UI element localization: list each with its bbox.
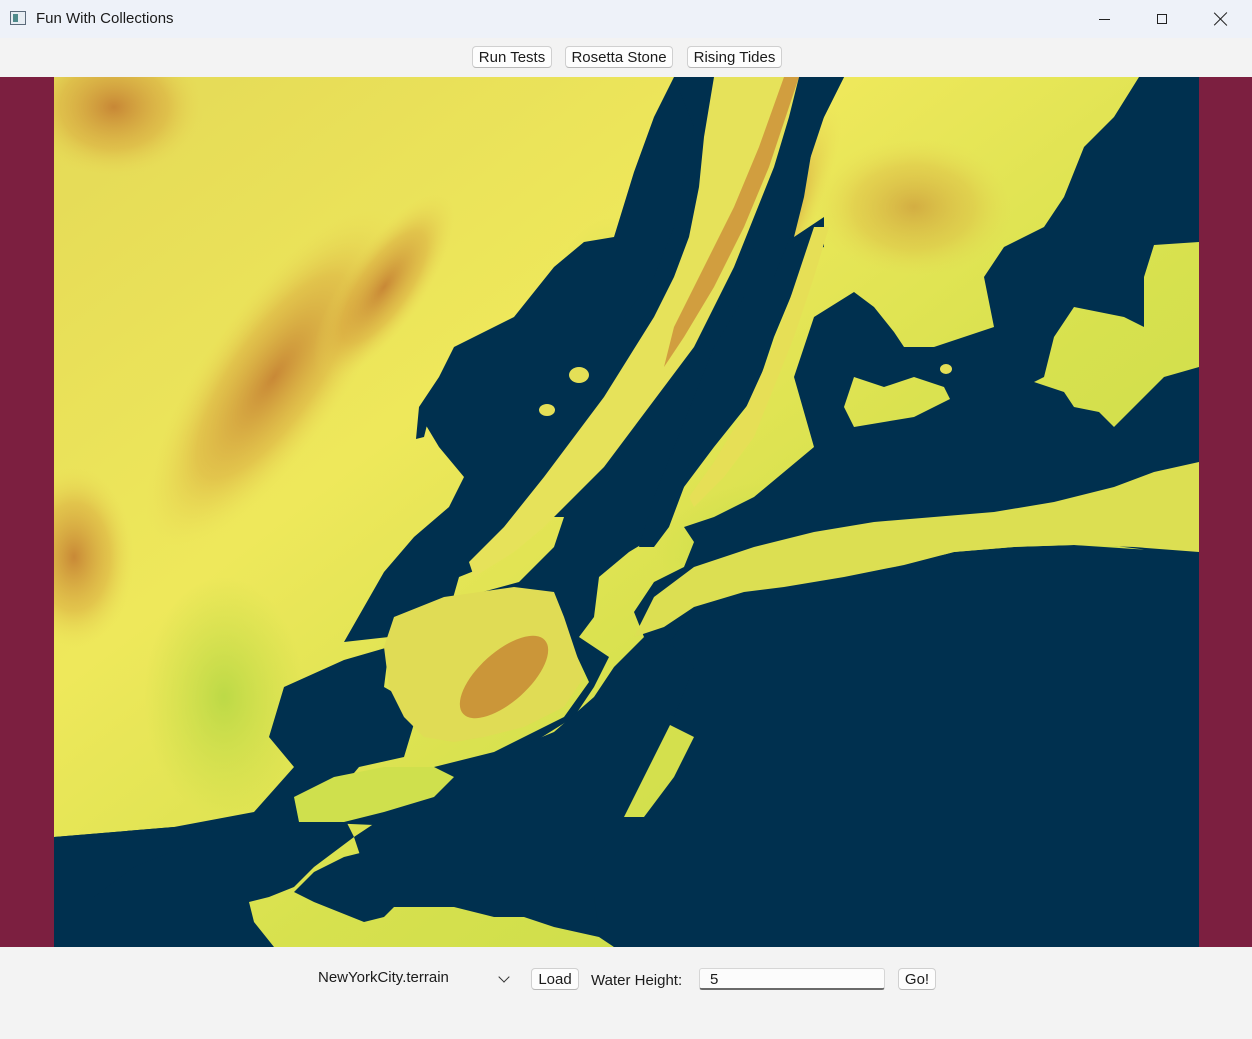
toolbar: Run Tests Rosetta Stone Rising Tides — [0, 38, 1252, 77]
water-height-input[interactable] — [699, 968, 885, 990]
maximize-button[interactable] — [1133, 0, 1191, 38]
terrain-select-value: NewYorkCity.terrain — [318, 969, 449, 986]
terrain-canvas-area — [0, 77, 1252, 947]
load-button[interactable]: Load — [531, 968, 579, 990]
maximize-icon — [1157, 14, 1167, 24]
title-bar: Fun With Collections — [0, 0, 1252, 38]
close-button[interactable] — [1191, 0, 1249, 38]
bottom-controls: NewYorkCity.terrain Load Water Height: G… — [0, 947, 1252, 1039]
go-button[interactable]: Go! — [898, 968, 936, 990]
window-title: Fun With Collections — [36, 10, 174, 27]
run-tests-button[interactable]: Run Tests — [472, 46, 552, 68]
rosetta-stone-button[interactable]: Rosetta Stone — [565, 46, 673, 68]
terrain-select[interactable]: NewYorkCity.terrain — [312, 967, 516, 989]
water-height-label: Water Height: — [591, 972, 683, 989]
app-window-icon — [10, 11, 26, 25]
minimize-button[interactable] — [1075, 0, 1133, 38]
terrain-map[interactable] — [54, 77, 1199, 947]
chevron-down-icon — [498, 971, 510, 983]
close-icon — [1213, 12, 1227, 26]
rising-tides-button[interactable]: Rising Tides — [687, 46, 782, 68]
minimize-icon — [1098, 18, 1110, 20]
